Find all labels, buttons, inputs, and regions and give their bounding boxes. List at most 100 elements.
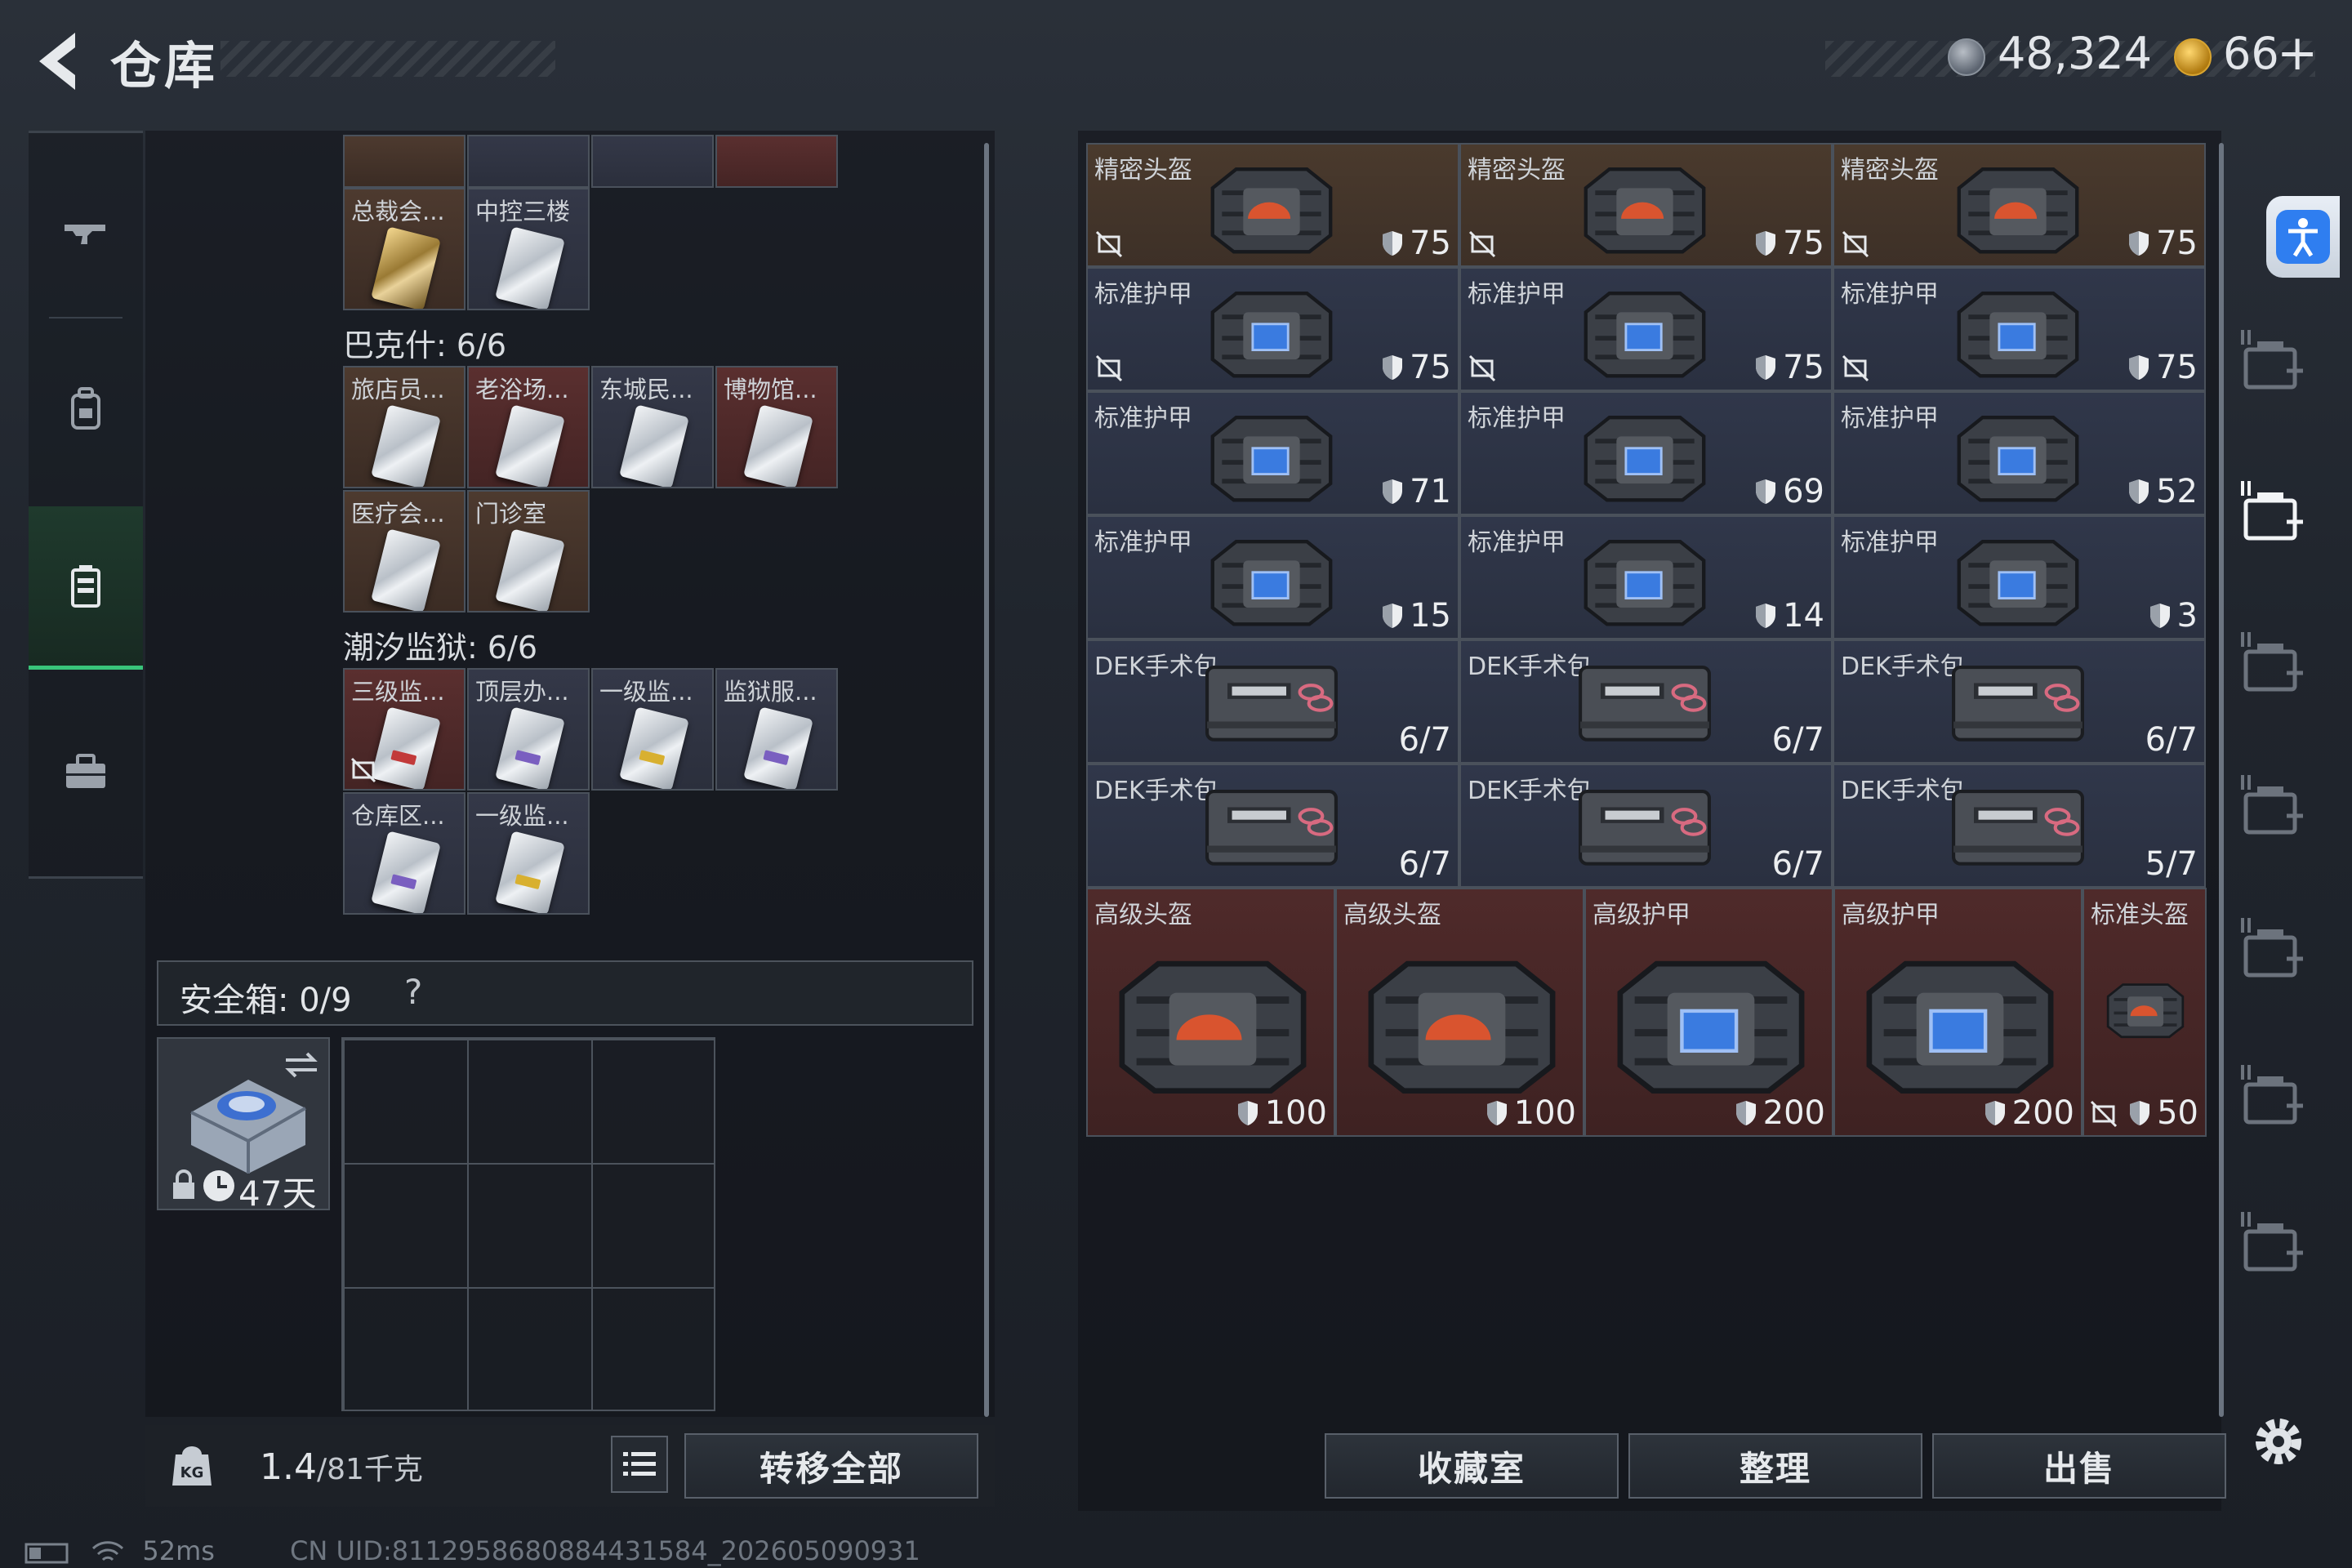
keycard-slot[interactable]: 门诊室 [467,490,590,612]
keycard-image [495,226,565,309]
stash-item-medkit[interactable]: DEK手术包 5/7 [1833,764,2206,888]
stash-item-medkit[interactable]: DEK手术包 6/7 [1459,639,1833,764]
list-icon [623,1452,656,1476]
stash-item-large-helmet[interactable]: 高级头盔 100 [1335,888,1584,1137]
sell-button[interactable]: 出售 [1932,1433,2226,1499]
armor-image [1210,540,1333,626]
keycard-slot[interactable]: 博物馆... [715,366,838,488]
svg-text:KG: KG [180,1464,204,1481]
swap-icon[interactable] [281,1049,322,1081]
inventory-scrollbar[interactable] [984,143,989,1417]
tier4-add-filter-icon[interactable] [2238,478,2311,551]
item-name: 标准护甲 [1841,280,1939,309]
keycard-image [371,831,441,913]
keycard-label: 门诊室 [475,500,547,528]
keycard-slot[interactable]: 一级监... [591,668,714,791]
tier4-ammo-filter-icon[interactable] [2238,915,2311,988]
item-name: 标准护甲 [1468,528,1566,557]
weight-kg-icon: KG [172,1446,212,1486]
keycard-slot[interactable]: 旅店员... [343,366,466,488]
item-value: 75 [1380,225,1451,262]
keycard-slot[interactable]: 监狱服... [715,668,838,791]
stash-item-armor[interactable]: 标准护甲 69 [1459,391,1833,515]
stash-item-large-armor[interactable]: 高级护甲 200 [1833,888,2082,1137]
stash-item-helmet[interactable]: 精密头盔 75 [1459,143,1833,267]
page-title: 仓库 [110,36,219,96]
keycard-slot[interactable]: 一级监... [467,792,590,915]
keycard-image [743,706,813,789]
collection-room-button[interactable]: 收藏室 [1325,1433,1619,1499]
stash-scrollbar[interactable] [2219,143,2224,1417]
item-value: 100 [1236,1094,1327,1132]
item-value: 14 [1753,597,1824,635]
item-slot-partial[interactable] [467,135,590,188]
stash-item-armor[interactable]: 标准护甲 71 [1086,391,1459,515]
keycard-slot[interactable]: 仓库区... [343,792,466,915]
no-insurance-icon [1468,354,1496,382]
settings-icon[interactable] [2246,1409,2311,1474]
stash-item-large-armor[interactable]: 高级护甲 200 [1584,888,1833,1137]
keycard-image [371,404,441,487]
stash-item-armor[interactable]: 标准护甲 52 [1833,391,2206,515]
keycard-slot[interactable]: 顶层办... [467,668,590,791]
nav-divider [49,317,122,318]
stash-item-armor[interactable]: 标准护甲 15 [1086,515,1459,639]
keycard-slot[interactable]: 老浴场... [467,366,590,488]
item-value-text: 15 [1410,597,1451,635]
tier4-bag-filter-icon[interactable] [2238,327,2311,400]
item-value-text: 52 [2156,473,2198,510]
add-currency-button[interactable]: + [2277,24,2318,82]
item-value: 6/7 [1772,721,1824,759]
stash-item-armor[interactable]: 标准护甲 75 [1459,267,1833,391]
item-slot-partial[interactable] [343,135,466,188]
tier3-gear-filter-icon[interactable] [2238,629,2311,702]
item-value: 6/7 [1399,845,1451,883]
keycard-label: 东城民... [599,376,693,403]
safe-box-help-button[interactable]: ? [404,972,422,1012]
nav-briefcase[interactable] [29,690,143,853]
stash-item-armor[interactable]: 标准护甲 3 [1833,515,2206,639]
keycard-slot[interactable]: 总裁会... [343,188,466,310]
stash-item-armor[interactable]: 标准护甲 75 [1833,267,2206,391]
stash-item-large-helmet[interactable]: 高级头盔 100 [1086,888,1335,1137]
stash-item-helmet[interactable]: 精密头盔 75 [1086,143,1459,267]
list-view-button[interactable] [611,1436,668,1493]
stash-item-medkit[interactable]: DEK手术包 6/7 [1086,764,1459,888]
nav-backpack[interactable] [29,327,143,490]
armor-image [1866,960,2054,1094]
tier3-tool-filter-icon[interactable] [2238,1062,2311,1135]
organize-button[interactable]: 整理 [1628,1433,1922,1499]
item-value-text: 200 [1762,1094,1825,1132]
keycard-slot[interactable]: 三级监... [343,668,466,791]
stash-item-armor[interactable]: 标准护甲 14 [1459,515,1833,639]
keycard-image [371,226,441,309]
keycard-slot[interactable]: 东城民... [591,366,714,488]
stash-item-helmet[interactable]: 精密头盔 75 [1833,143,2206,267]
transfer-all-button[interactable]: 转移全部 [684,1433,978,1499]
item-value-text: 75 [1783,225,1824,262]
item-slot-partial[interactable] [715,135,838,188]
tier3-misc-filter-icon[interactable] [2238,1209,2311,1282]
safe-box-grid[interactable] [341,1037,715,1411]
item-slot-partial[interactable] [591,135,714,188]
keycard-slot[interactable]: 医疗会... [343,490,466,612]
item-value-text: 6/7 [1398,845,1451,883]
armor-image [1584,292,1706,378]
keycard-slot[interactable]: 中控三楼 [467,188,590,310]
back-arrow-icon[interactable] [24,24,90,98]
stash-item-medkit[interactable]: DEK手术包 6/7 [1459,764,1833,888]
tier4-medkit-filter-icon[interactable] [2238,772,2311,845]
safe-box-days: 47天 [238,1174,317,1214]
stash-item-small-helmet[interactable]: 标准头盔 50 [2082,888,2207,1137]
battery-icon [24,1543,69,1564]
nav-weapons[interactable] [29,151,143,314]
stash-item-medkit[interactable]: DEK手术包 6/7 [1833,639,2206,764]
accessibility-button[interactable] [2266,196,2340,278]
network-status: 52ms [24,1535,215,1566]
keycard-label: 医疗会... [351,500,445,528]
stash-item-armor[interactable]: 标准护甲 75 [1086,267,1459,391]
nav-stash[interactable] [29,506,143,670]
item-value: 3 [2148,597,2198,635]
item-value-text: 5/7 [2145,845,2198,883]
stash-item-medkit[interactable]: DEK手术包 6/7 [1086,639,1459,764]
